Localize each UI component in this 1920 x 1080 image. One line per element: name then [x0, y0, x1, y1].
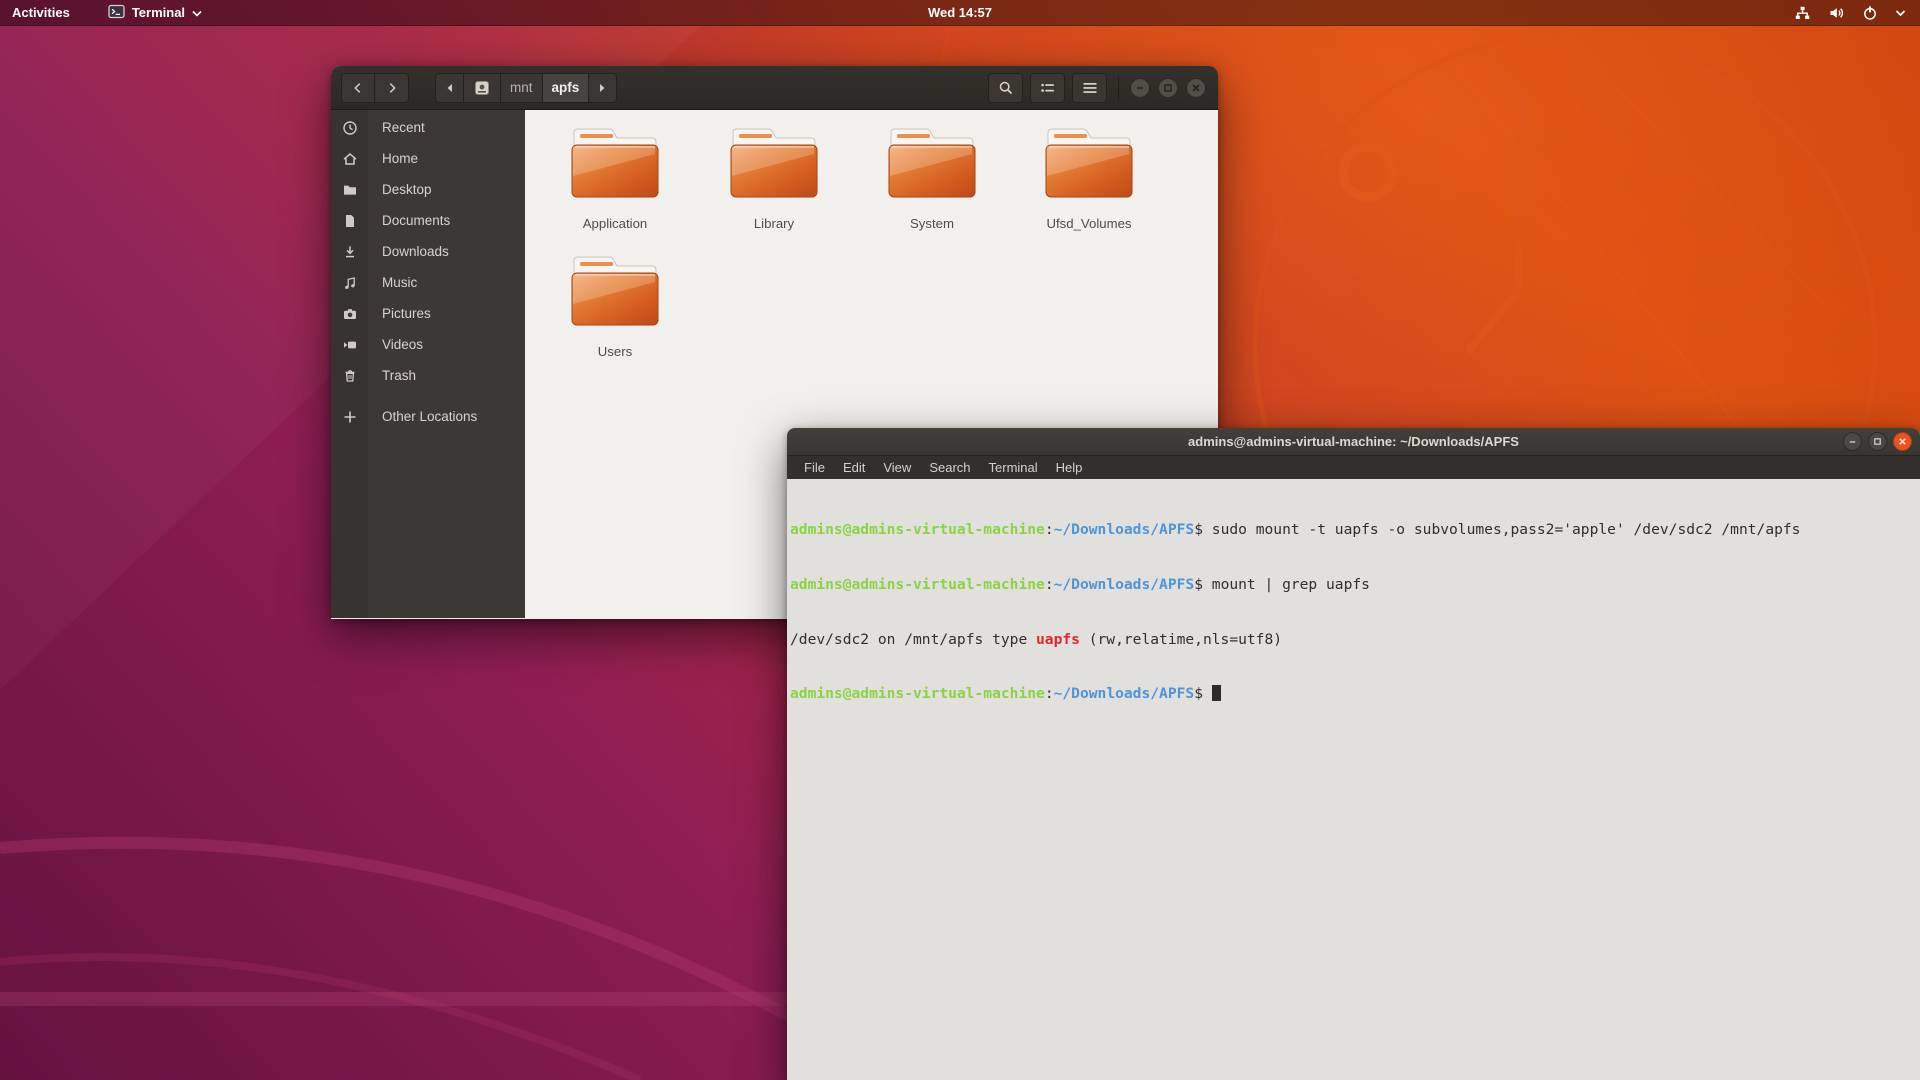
- path-segment-mnt[interactable]: mnt: [501, 73, 543, 103]
- path-scroll-left-icon[interactable]: [435, 73, 464, 103]
- menu-help[interactable]: Help: [1047, 460, 1092, 475]
- terminal-window: admins@admins-virtual-machine: ~/Downloa…: [787, 428, 1920, 1080]
- volume-icon: [1828, 5, 1845, 21]
- sidebar-item-trash[interactable]: Trash: [331, 360, 525, 391]
- files-header-bar: mnt apfs: [331, 66, 1218, 110]
- terminal-cursor: [1212, 685, 1221, 701]
- folder-ufsd-volumes[interactable]: Ufsd_Volumes: [1010, 124, 1168, 231]
- menu-search[interactable]: Search: [920, 460, 979, 475]
- sidebar-item-label: Documents: [382, 213, 450, 228]
- clock[interactable]: Wed 14:57: [0, 5, 1920, 20]
- sidebar-item-label: Pictures: [382, 306, 431, 321]
- drive-icon[interactable]: [464, 73, 501, 103]
- sidebar-item-label: Recent: [382, 120, 425, 135]
- folder-label: System: [910, 216, 954, 231]
- forward-button[interactable]: [375, 73, 409, 103]
- sidebar-item-music[interactable]: Music: [331, 267, 525, 298]
- folder-application[interactable]: Application: [536, 124, 694, 231]
- folder-icon: [567, 124, 663, 207]
- document-icon: [331, 213, 368, 229]
- menu-file[interactable]: File: [795, 460, 834, 475]
- output-text: /dev/sdc2 on /mnt/apfs type: [790, 631, 1036, 648]
- sidebar-item-label: Home: [382, 151, 418, 166]
- path-segment-apfs[interactable]: apfs: [543, 73, 590, 103]
- grep-match: uapfs: [1036, 631, 1080, 648]
- terminal-line: admins@admins-virtual-machine:~/Download…: [790, 521, 1920, 539]
- sidebar-item-downloads[interactable]: Downloads: [331, 236, 525, 267]
- folder-icon: [1041, 124, 1137, 207]
- folder-icon: [884, 124, 980, 207]
- chevron-down-icon: [192, 5, 202, 20]
- sidebar-item-desktop[interactable]: Desktop: [331, 174, 525, 205]
- view-toggle-button[interactable]: [1030, 73, 1065, 103]
- output-text: (rw,relatime,nls=utf8): [1080, 631, 1282, 648]
- close-button[interactable]: [1186, 78, 1206, 98]
- activities-label: Activities: [12, 5, 70, 20]
- folder-label: Users: [598, 344, 632, 359]
- folder-icon: [567, 252, 663, 335]
- terminal-line: /dev/sdc2 on /mnt/apfs type uapfs (rw,re…: [790, 631, 1920, 649]
- sidebar-item-label: Trash: [382, 368, 416, 383]
- folder-label: Ufsd_Volumes: [1046, 216, 1131, 231]
- folder-users[interactable]: Users: [536, 252, 694, 359]
- sidebar-item-label: Other Locations: [382, 409, 477, 424]
- activities-button[interactable]: Activities: [0, 0, 82, 26]
- minimize-button[interactable]: [1130, 78, 1150, 98]
- chevron-down-icon: [1895, 9, 1906, 17]
- folder-icon: [726, 124, 822, 207]
- sidebar-item-label: Music: [382, 275, 417, 290]
- command-text: sudo mount -t uapfs -o subvolumes,pass2=…: [1203, 521, 1800, 538]
- camera-icon: [331, 306, 368, 322]
- terminal-app-icon: [108, 4, 125, 22]
- menu-terminal[interactable]: Terminal: [980, 460, 1047, 475]
- clock-icon: [331, 120, 368, 136]
- menu-view[interactable]: View: [874, 460, 920, 475]
- folder-icon: [331, 182, 368, 198]
- terminal-menu-bar: File Edit View Search Terminal Help: [787, 456, 1920, 479]
- menu-button[interactable]: [1072, 73, 1107, 103]
- maximize-button[interactable]: [1158, 78, 1178, 98]
- sidebar-item-label: Desktop: [382, 182, 432, 197]
- menu-edit[interactable]: Edit: [834, 460, 874, 475]
- path-bar: mnt apfs: [435, 73, 617, 103]
- close-button[interactable]: [1893, 432, 1912, 451]
- sidebar-item-videos[interactable]: Videos: [331, 329, 525, 360]
- sidebar-item-home[interactable]: Home: [331, 143, 525, 174]
- folder-label: Application: [583, 216, 648, 231]
- sidebar-item-recent[interactable]: Recent: [331, 112, 525, 143]
- top-bar: Activities Terminal Wed 14:57: [0, 0, 1920, 26]
- folder-system[interactable]: System: [853, 124, 1011, 231]
- sidebar-item-documents[interactable]: Documents: [331, 205, 525, 236]
- terminal-title: admins@admins-virtual-machine: ~/Downloa…: [787, 434, 1920, 449]
- plus-icon: [331, 410, 368, 424]
- video-icon: [331, 337, 368, 353]
- maximize-button[interactable]: [1868, 432, 1887, 451]
- search-button[interactable]: [988, 73, 1023, 103]
- command-text: mount | grep uapfs: [1203, 576, 1370, 593]
- files-sidebar: Recent Home Desktop: [331, 110, 525, 618]
- path-scroll-right-icon[interactable]: [589, 73, 617, 103]
- sidebar-item-other-locations[interactable]: Other Locations: [331, 401, 525, 432]
- terminal-title-bar[interactable]: admins@admins-virtual-machine: ~/Downloa…: [787, 428, 1920, 456]
- terminal-line: admins@admins-virtual-machine:~/Download…: [790, 576, 1920, 594]
- desktop: Activities Terminal Wed 14:57: [0, 0, 1920, 1080]
- app-menu-terminal[interactable]: Terminal: [96, 0, 214, 26]
- terminal-line: admins@admins-virtual-machine:~/Download…: [790, 685, 1920, 703]
- trash-icon: [331, 368, 368, 384]
- sidebar-item-label: Downloads: [382, 244, 449, 259]
- download-icon: [331, 244, 368, 260]
- back-button[interactable]: [341, 73, 375, 103]
- app-menu-label: Terminal: [132, 5, 185, 20]
- system-tray[interactable]: [1794, 5, 1920, 21]
- power-icon: [1862, 5, 1878, 21]
- minimize-button[interactable]: [1843, 432, 1862, 451]
- music-icon: [331, 275, 368, 291]
- folder-label: Library: [754, 216, 794, 231]
- network-icon: [1794, 5, 1811, 21]
- home-icon: [331, 151, 368, 167]
- sidebar-item-pictures[interactable]: Pictures: [331, 298, 525, 329]
- sidebar-item-label: Videos: [382, 337, 423, 352]
- terminal-output[interactable]: admins@admins-virtual-machine:~/Download…: [787, 479, 1920, 1080]
- folder-library[interactable]: Library: [695, 124, 853, 231]
